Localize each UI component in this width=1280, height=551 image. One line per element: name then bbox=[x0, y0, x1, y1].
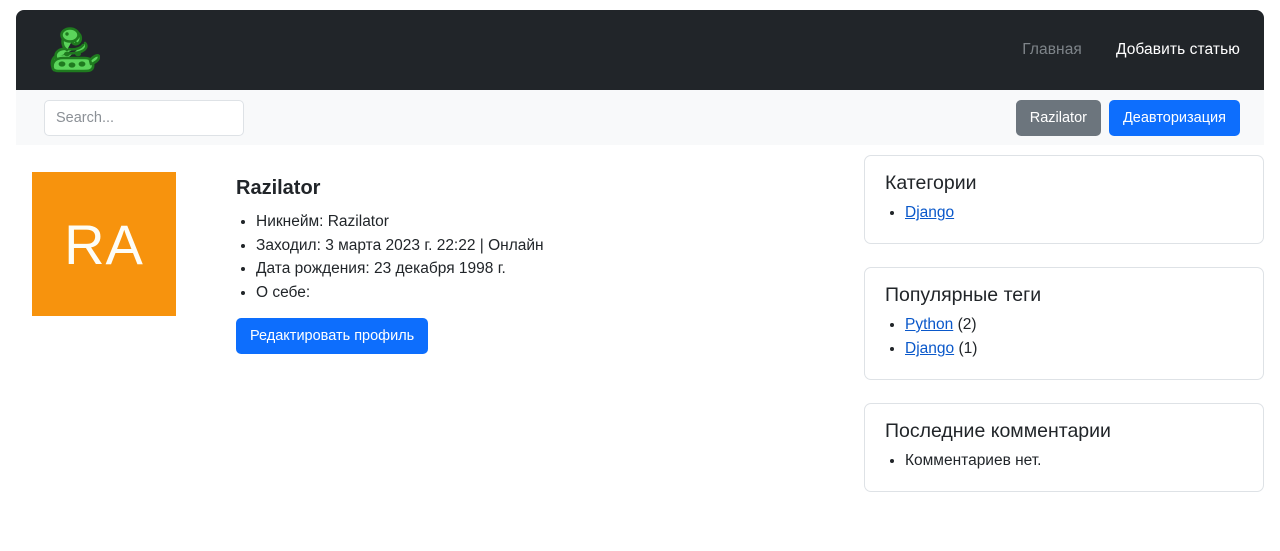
list-item: Django bbox=[905, 201, 1243, 225]
profile-details: Razilator Никнейм: Razilator Заходил: 3 … bbox=[236, 172, 544, 354]
categories-card: Категории Django bbox=[864, 155, 1264, 244]
page-root: Главная Добавить статью Razilator Деавто… bbox=[0, 0, 1280, 551]
popular-tags-card: Популярные теги Python (2) Django (1) bbox=[864, 267, 1264, 380]
categories-title: Категории bbox=[885, 172, 977, 194]
top-navbar: Главная Добавить статью bbox=[16, 10, 1264, 90]
popular-tags-list: Python (2) Django (1) bbox=[885, 313, 1243, 361]
latest-comments-card: Последние комментарии Комментариев нет. bbox=[864, 403, 1264, 492]
list-item: Django (1) bbox=[905, 337, 1243, 361]
nav-link-home[interactable]: Главная bbox=[1022, 41, 1082, 59]
edit-profile-action: Редактировать профиль bbox=[236, 318, 544, 354]
tag-count: (1) bbox=[958, 340, 978, 357]
list-item: Дата рождения: 23 декабря 1998 г. bbox=[256, 257, 544, 281]
categories-list: Django bbox=[885, 201, 1243, 225]
edit-profile-button[interactable]: Редактировать профиль bbox=[236, 318, 429, 354]
search-input[interactable] bbox=[44, 99, 244, 136]
list-item: О себе: bbox=[256, 281, 544, 305]
list-item: Никнейм: Razilator bbox=[256, 210, 544, 234]
navbar-links: Главная Добавить статью bbox=[1022, 41, 1240, 59]
tag-link-python[interactable]: Python bbox=[905, 316, 953, 333]
tag-link-django[interactable]: Django bbox=[905, 340, 954, 357]
category-link-django[interactable]: Django bbox=[905, 204, 954, 221]
tag-count: (2) bbox=[957, 316, 977, 333]
secondary-toolbar: Razilator Деавторизация bbox=[16, 90, 1264, 145]
right-sidebar: Категории Django Популярные теги Python … bbox=[864, 155, 1264, 515]
nav-link-add-article[interactable]: Добавить статью bbox=[1116, 41, 1240, 59]
profile-section: RA Razilator Никнейм: Razilator Заходил:… bbox=[32, 172, 544, 354]
profile-name: Razilator bbox=[236, 177, 321, 199]
list-item: Заходил: 3 марта 2023 г. 22:22 | Онлайн bbox=[256, 234, 544, 258]
profile-info-list: Никнейм: Razilator Заходил: 3 марта 2023… bbox=[236, 210, 544, 304]
toolbar-actions: Razilator Деавторизация bbox=[1015, 99, 1240, 136]
avatar: RA bbox=[32, 172, 176, 316]
popular-tags-title: Популярные теги bbox=[885, 284, 1042, 306]
latest-comments-title: Последние комментарии bbox=[885, 420, 1111, 442]
current-user-button[interactable]: Razilator bbox=[1015, 99, 1101, 136]
list-item: Python (2) bbox=[905, 313, 1243, 337]
list-item: Комментариев нет. bbox=[905, 449, 1243, 473]
latest-comments-list: Комментариев нет. bbox=[885, 449, 1243, 473]
python-snake-logo-icon bbox=[44, 24, 100, 76]
logout-button[interactable]: Деавторизация bbox=[1108, 99, 1240, 136]
brand-logo-link[interactable] bbox=[44, 24, 100, 76]
